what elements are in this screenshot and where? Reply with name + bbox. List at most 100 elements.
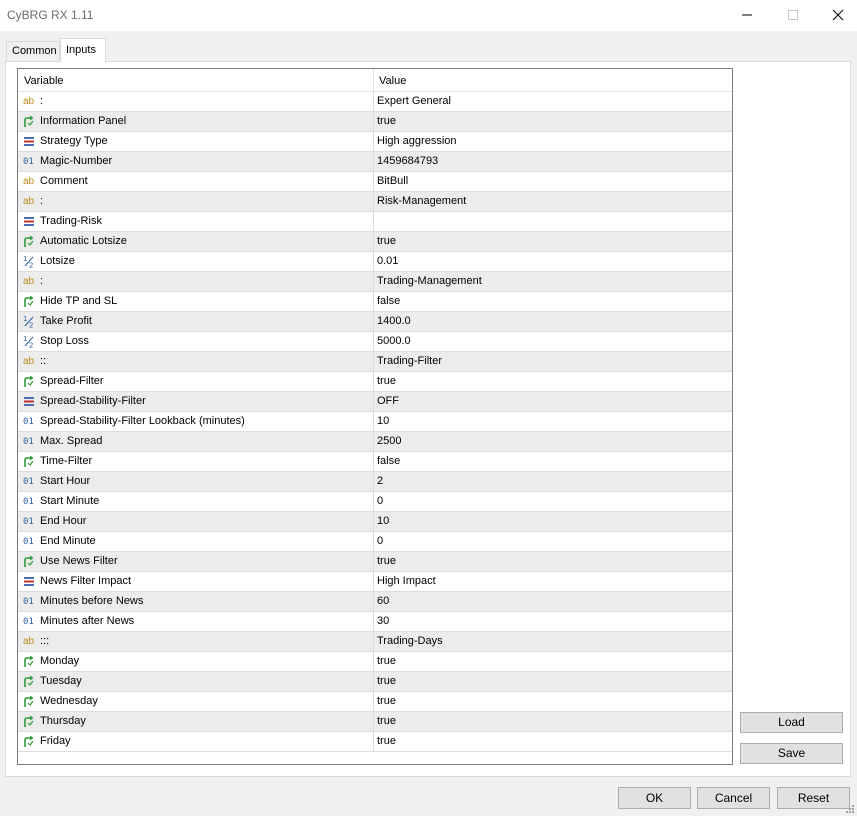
table-row[interactable]: ab:: Trading-Filter <box>18 352 732 372</box>
table-row[interactable]: ab: Risk-Management <box>18 192 732 212</box>
table-row[interactable]: Tuesday true <box>18 672 732 692</box>
table-row[interactable]: 1 2 Stop Loss 5000.0 <box>18 332 732 352</box>
table-row[interactable]: 1 2 Lotsize 0.01 <box>18 252 732 272</box>
table-row[interactable]: News Filter Impact High Impact <box>18 572 732 592</box>
table-row[interactable]: 01 Start Hour 2 <box>18 472 732 492</box>
double-icon: 12 <box>23 315 35 330</box>
variable-value[interactable]: Trading-Filter <box>377 355 442 367</box>
variable-value[interactable]: true <box>377 675 396 687</box>
column-divider <box>373 172 374 191</box>
variable-name: Minutes before News <box>40 595 144 607</box>
variable-value[interactable]: 0 <box>377 535 383 547</box>
column-divider <box>373 132 374 151</box>
table-row[interactable]: Hide TP and SL false <box>18 292 732 312</box>
variable-value[interactable]: 0.01 <box>377 255 398 267</box>
table-row[interactable]: 01 Start Minute 0 <box>18 492 732 512</box>
variable-name: Friday <box>40 735 71 747</box>
variable-value[interactable]: true <box>377 115 396 127</box>
variable-value[interactable]: 10 <box>377 415 389 427</box>
variable-value[interactable]: BitBull <box>377 175 408 187</box>
variable-value[interactable]: 0 <box>377 495 383 507</box>
column-divider <box>373 252 374 271</box>
maximize-button[interactable] <box>773 3 813 27</box>
boolean-icon <box>23 555 35 568</box>
table-row[interactable]: Spread-Filter true <box>18 372 732 392</box>
column-header-variable[interactable]: Variable <box>24 75 64 87</box>
table-row[interactable]: ab::: Trading-Days <box>18 632 732 652</box>
table-row[interactable]: 01 Minutes before News 60 <box>18 592 732 612</box>
variable-value[interactable]: true <box>377 695 396 707</box>
load-button[interactable]: Load <box>740 712 843 733</box>
variable-value[interactable]: Trading-Days <box>377 635 443 647</box>
variable-value[interactable]: 60 <box>377 595 389 607</box>
variable-name: Magic-Number <box>40 155 113 167</box>
variable-value[interactable]: Risk-Management <box>377 195 466 207</box>
variable-value[interactable]: High aggression <box>377 135 457 147</box>
table-row[interactable]: 01 Spread-Stability-Filter Lookback (minu… <box>18 412 732 432</box>
variable-name: : <box>40 195 44 207</box>
minimize-icon <box>742 14 752 16</box>
variable-name: ::: <box>40 635 50 647</box>
table-row[interactable]: 01 Magic-Number 1459684793 <box>18 152 732 172</box>
svg-text:1: 1 <box>23 255 27 263</box>
variable-value[interactable]: Trading-Management <box>377 275 482 287</box>
reset-button[interactable]: Reset <box>777 787 850 809</box>
variable-value[interactable]: true <box>377 375 396 387</box>
variable-value[interactable]: true <box>377 735 396 747</box>
cancel-button[interactable]: Cancel <box>697 787 770 809</box>
resize-grip-icon[interactable] <box>845 804 855 814</box>
close-button[interactable] <box>818 3 857 27</box>
table-row[interactable]: Information Panel true <box>18 112 732 132</box>
variable-value[interactable]: true <box>377 655 396 667</box>
variable-value[interactable]: 2 <box>377 475 383 487</box>
table-row[interactable]: Wednesday true <box>18 692 732 712</box>
variable-value[interactable]: 1459684793 <box>377 155 438 167</box>
variable-value[interactable]: true <box>377 555 396 567</box>
table-row[interactable]: Spread-Stability-Filter OFF <box>18 392 732 412</box>
table-row[interactable]: 01 Minutes after News 30 <box>18 612 732 632</box>
tab-common[interactable]: Common <box>6 41 60 60</box>
table-row[interactable]: ab Comment BitBull <box>18 172 732 192</box>
variable-value[interactable]: 30 <box>377 615 389 627</box>
svg-text:2: 2 <box>29 262 33 269</box>
variable-value[interactable]: false <box>377 455 400 467</box>
variable-value[interactable]: false <box>377 295 400 307</box>
variable-value[interactable]: 1400.0 <box>377 315 411 327</box>
table-row[interactable]: ab: Trading-Management <box>18 272 732 292</box>
table-row[interactable]: Monday true <box>18 652 732 672</box>
minimize-button[interactable] <box>727 3 767 27</box>
table-row[interactable]: Time-Filter false <box>18 452 732 472</box>
column-header-value[interactable]: Value <box>379 75 406 87</box>
tab-inputs[interactable]: Inputs <box>60 38 106 62</box>
variable-name: Lotsize <box>40 255 75 267</box>
variable-value[interactable]: 10 <box>377 515 389 527</box>
variable-value[interactable]: High Impact <box>377 575 436 587</box>
table-row[interactable]: 01 End Hour 10 <box>18 512 732 532</box>
close-icon <box>832 9 844 21</box>
table-row[interactable]: ab: Expert General <box>18 92 732 112</box>
integer-icon: 01 <box>23 157 34 167</box>
table-row[interactable]: Strategy Type High aggression <box>18 132 732 152</box>
table-row[interactable]: Thursday true <box>18 712 732 732</box>
table-row[interactable]: 01 End Minute 0 <box>18 532 732 552</box>
variable-value[interactable]: true <box>377 715 396 727</box>
table-row[interactable]: Trading-Risk <box>18 212 732 232</box>
variable-value[interactable]: Expert General <box>377 95 451 107</box>
text-icon: ab <box>23 356 35 367</box>
variable-value[interactable]: 2500 <box>377 435 401 447</box>
variable-name: :: <box>40 355 47 367</box>
text-icon: ab <box>23 276 35 287</box>
variable-value[interactable]: 5000.0 <box>377 335 411 347</box>
inputs-grid: Variable Value ab: Expert General Informat… <box>17 68 733 765</box>
table-row[interactable]: Friday true <box>18 732 732 752</box>
ok-button[interactable]: OK <box>618 787 691 809</box>
variable-value[interactable]: true <box>377 235 396 247</box>
enum-icon <box>23 135 35 148</box>
table-row[interactable]: Automatic Lotsize true <box>18 232 732 252</box>
table-row[interactable]: 01 Max. Spread 2500 <box>18 432 732 452</box>
table-row[interactable]: Use News Filter true <box>18 552 732 572</box>
table-row[interactable]: 1 2 Take Profit 1400.0 <box>18 312 732 332</box>
save-button[interactable]: Save <box>740 743 843 764</box>
variable-value[interactable]: OFF <box>377 395 399 407</box>
column-divider <box>373 452 374 471</box>
